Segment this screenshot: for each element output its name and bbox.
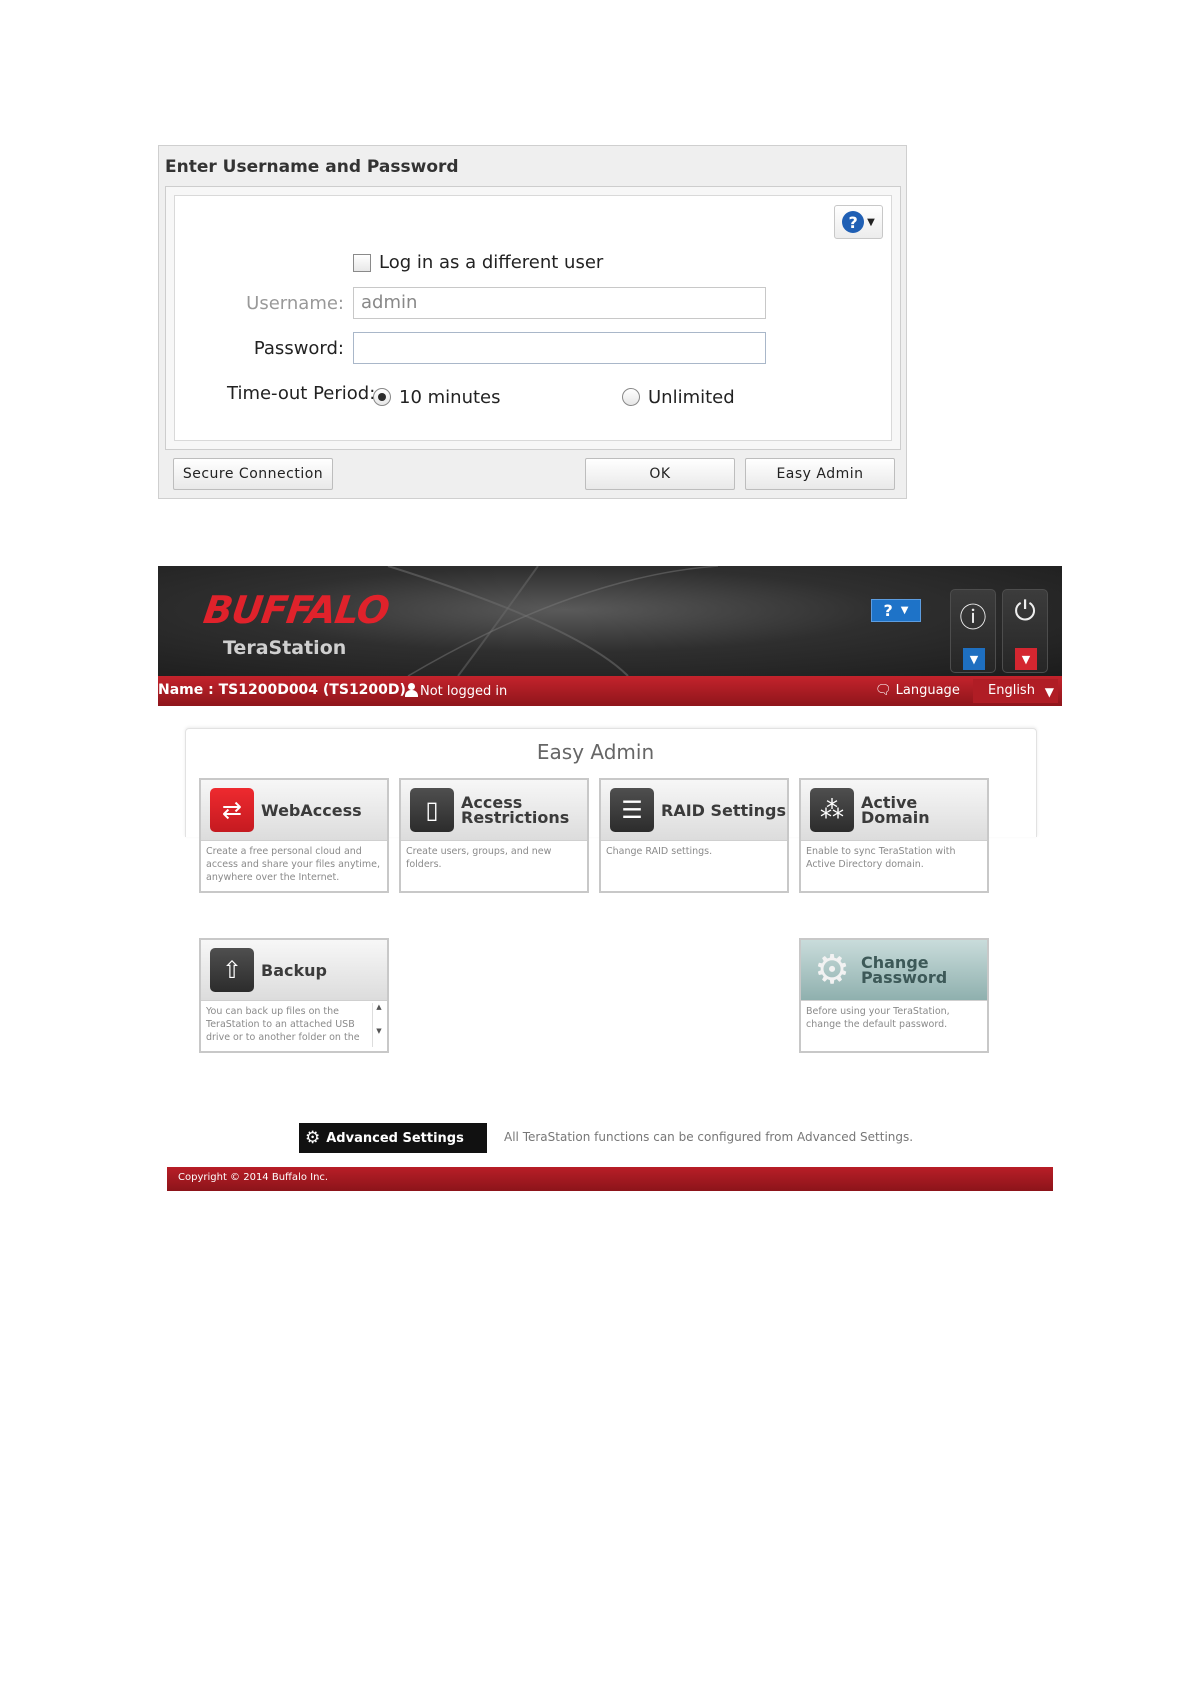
power-icon: ⏻ [1014, 596, 1036, 627]
terastation-header: BUFFALO TeraStation ? ▼ ⓘ ▼ ⏻ ▼ [158, 566, 1062, 676]
timeout-unlimited-radio[interactable] [622, 388, 640, 406]
login-dialog: Enter Username and Password ? ▼ Log in a… [158, 145, 907, 499]
tile-title: Change Password [861, 953, 948, 987]
help-icon: ? [842, 211, 865, 233]
buffalo-logo: BUFFALO [200, 588, 392, 632]
tile-description: Create a free personal cloud and access … [206, 846, 381, 883]
user-icon [405, 683, 418, 697]
advanced-settings-button[interactable]: ⚙ Advanced Settings [299, 1123, 487, 1153]
dialog-title: Enter Username and Password [165, 157, 459, 177]
copyright-footer: Copyright © 2014 Buffalo Inc. [167, 1167, 1053, 1191]
backup-icon: ⇧ [210, 948, 254, 992]
gear-icon: ⚙ [305, 1128, 321, 1148]
status-bar: Name : TS1200D004 (TS1200D) Not logged i… [158, 676, 1062, 706]
tile-title: Access Restrictions [461, 793, 570, 827]
different-user-checkbox[interactable] [353, 254, 371, 272]
gear-icon: ⚙ [814, 947, 850, 993]
language-label-text: Language [895, 683, 960, 698]
timeout-unlimited-label: Unlimited [648, 387, 735, 408]
info-menu[interactable]: ⓘ ▼ [950, 589, 996, 673]
tile-title: RAID Settings [661, 800, 787, 820]
power-dropdown-icon[interactable]: ▼ [1015, 648, 1037, 670]
easy-admin-button[interactable]: Easy Admin [745, 458, 895, 490]
advanced-settings-note: All TeraStation functions can be configu… [504, 1130, 914, 1144]
chevron-down-icon: ▼ [1044, 685, 1054, 699]
tile-webaccess[interactable]: ⇄ WebAccess Create a free personal cloud… [199, 778, 389, 893]
help-button[interactable]: ? ▼ [834, 205, 883, 239]
language-icon: 🗨 [875, 683, 892, 698]
timeout-label: Time-out Period: [227, 383, 376, 404]
tile-description: Create users, groups, and new folders. [406, 846, 552, 870]
chevron-down-icon: ▼ [900, 605, 909, 616]
chevron-down-icon: ▼ [867, 216, 875, 228]
tile-backup[interactable]: ⇧ Backup You can back up files on the Te… [199, 938, 389, 1053]
active-domain-icon: ⁂ [810, 788, 854, 832]
login-status-text: Not logged in [420, 684, 508, 699]
info-dropdown-icon[interactable]: ▼ [963, 648, 985, 670]
tile-description: You can back up files on the TeraStation… [206, 1006, 360, 1043]
secure-connection-button[interactable]: Secure Connection [173, 458, 333, 490]
tile-description: Enable to sync TeraStation with Active D… [806, 846, 956, 870]
dialog-body: ? ▼ Log in as a different user Username:… [165, 186, 901, 450]
login-status: Not logged in [405, 683, 507, 699]
header-help-button[interactable]: ? ▼ [871, 599, 921, 622]
dialog-form-panel: ? ▼ Log in as a different user Username:… [174, 195, 892, 441]
description-scrollbar[interactable]: ▲ ▼ [372, 1003, 385, 1047]
language-label: 🗨 Language [875, 683, 960, 698]
power-menu[interactable]: ⏻ ▼ [1002, 589, 1048, 673]
tile-raid-settings[interactable]: ☰ RAID Settings Change RAID settings. [599, 778, 789, 893]
info-icon: ⓘ [959, 603, 987, 634]
username-label: Username: [246, 293, 344, 314]
tile-title: WebAccess [261, 800, 362, 820]
tile-description: Before using your TeraStation, change th… [806, 1006, 950, 1030]
raid-icon: ☰ [610, 788, 654, 832]
timeout-10min-radio[interactable] [373, 388, 391, 406]
help-icon: ? [883, 601, 893, 620]
device-name: Name : TS1200D004 (TS1200D) [158, 682, 406, 698]
password-field[interactable] [353, 332, 766, 364]
language-select[interactable]: English ▼ [973, 679, 1058, 703]
tile-title: Backup [261, 960, 327, 980]
language-value: English [988, 683, 1035, 698]
timeout-10min-label: 10 minutes [399, 387, 501, 408]
password-label: Password: [253, 338, 344, 359]
easy-admin-title: Easy Admin [536, 740, 655, 764]
ok-button[interactable]: OK [585, 458, 735, 490]
tile-title: Active Domain [861, 793, 930, 827]
tile-change-password[interactable]: ⚙ Change Password Before using your Tera… [799, 938, 989, 1053]
access-restrictions-icon: ▯ [410, 788, 454, 832]
tile-description: Change RAID settings. [606, 846, 713, 857]
product-name: TeraStation [223, 637, 347, 659]
advanced-settings-label: Advanced Settings [326, 1130, 464, 1146]
different-user-label: Log in as a different user [379, 252, 604, 273]
username-field[interactable]: admin [353, 287, 766, 319]
tile-active-domain[interactable]: ⁂ Active Domain Enable to sync TeraStati… [799, 778, 989, 893]
webaccess-icon: ⇄ [210, 788, 254, 832]
tile-access-restrictions[interactable]: ▯ Access Restrictions Create users, grou… [399, 778, 589, 893]
